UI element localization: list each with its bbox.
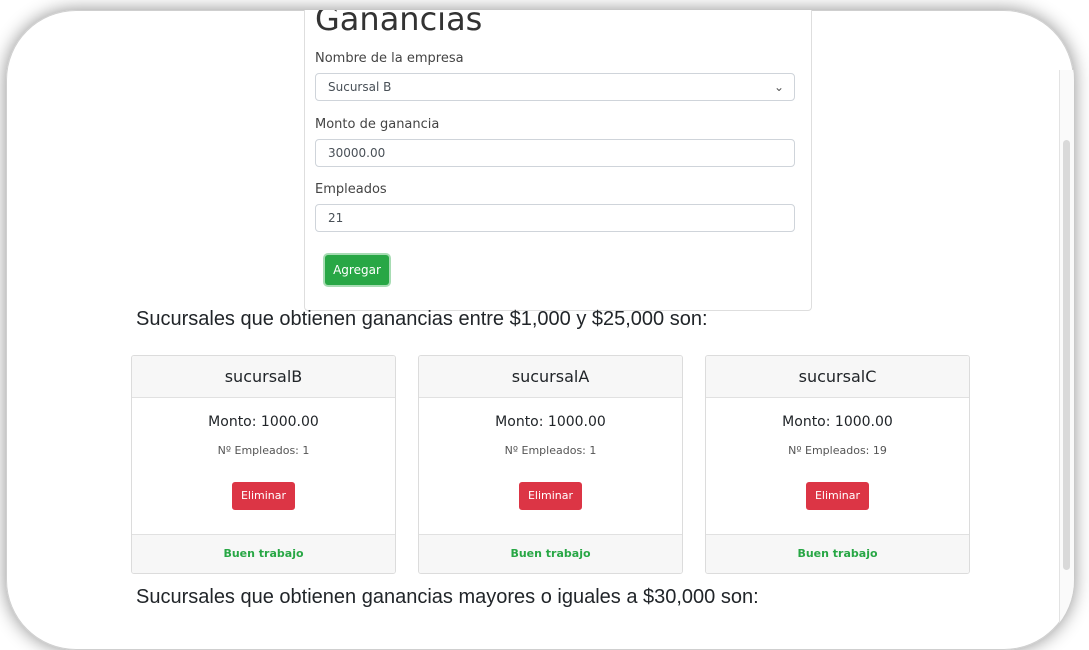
branch-name: sucursalB: [132, 356, 395, 398]
add-button[interactable]: Agregar: [325, 255, 389, 285]
employees-label: Empleados: [315, 182, 387, 197]
branch-footer: Buen trabajo: [706, 534, 969, 573]
amount-input[interactable]: 30000.00: [315, 139, 795, 167]
branch-amount: Monto: 1000.00: [208, 414, 319, 430]
branch-employees: Nº Empleados: 19: [788, 444, 887, 457]
section-heading-range: Sucursales que obtienen ganancias entre …: [136, 308, 708, 330]
branch-employees: Nº Empleados: 1: [504, 444, 597, 457]
branch-card: sucursalC Monto: 1000.00 Nº Empleados: 1…: [705, 355, 970, 574]
delete-button[interactable]: Eliminar: [806, 482, 869, 510]
employees-input[interactable]: 21: [315, 204, 795, 232]
company-label: Nombre de la empresa: [315, 51, 464, 66]
employees-input-value: 21: [328, 211, 344, 225]
scrollbar-thumb[interactable]: [1063, 140, 1070, 570]
branch-employees: Nº Empleados: 1: [217, 444, 310, 457]
amount-label: Monto de ganancia: [315, 117, 440, 132]
form-title: Ganancias: [315, 10, 483, 38]
branch-name: sucursalC: [706, 356, 969, 398]
company-select-value: Sucursal B: [328, 80, 392, 94]
section-heading-high: Sucursales que obtienen ganancias mayore…: [136, 586, 759, 608]
amount-input-value: 30000.00: [328, 146, 386, 160]
company-select[interactable]: Sucursal B ⌄: [315, 73, 795, 101]
branch-footer: Buen trabajo: [419, 534, 682, 573]
scrollbar[interactable]: [1059, 70, 1074, 630]
delete-button[interactable]: Eliminar: [232, 482, 295, 510]
branch-footer: Buen trabajo: [132, 534, 395, 573]
chevron-down-icon: ⌄: [773, 80, 784, 94]
branch-amount: Monto: 1000.00: [782, 414, 893, 430]
earnings-form: Ganancias Nombre de la empresa Sucursal …: [304, 10, 812, 311]
delete-button[interactable]: Eliminar: [519, 482, 582, 510]
branch-card: sucursalB Monto: 1000.00 Nº Empleados: 1…: [131, 355, 396, 574]
branch-card: sucursalA Monto: 1000.00 Nº Empleados: 1…: [418, 355, 683, 574]
page-frame: Ganancias Nombre de la empresa Sucursal …: [6, 10, 1074, 650]
branch-name: sucursalA: [419, 356, 682, 398]
branch-amount: Monto: 1000.00: [495, 414, 606, 430]
